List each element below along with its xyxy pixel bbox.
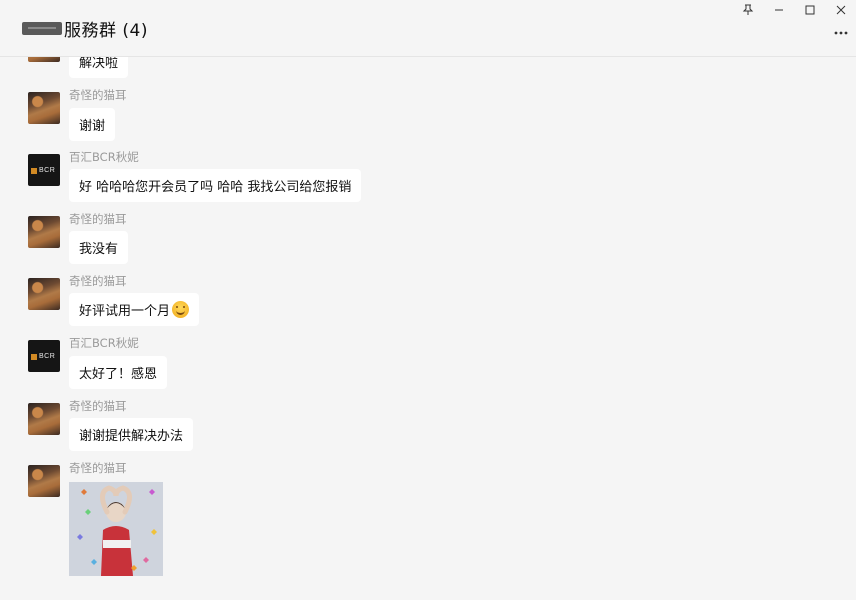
sender-name: 百汇BCR秋妮 <box>69 336 139 350</box>
maximize-icon[interactable] <box>794 0 825 20</box>
avatar[interactable]: BCR <box>28 154 60 186</box>
logo-mark-icon <box>31 353 37 360</box>
message-text: 好评试用一个月 <box>79 304 171 319</box>
more-options-icon[interactable] <box>832 26 850 40</box>
chat-message-area[interactable]: 解决啦 奇怪的猫耳 谢谢 BCR 百汇BCR秋妮 好 哈哈哈您开会员了吗 哈哈 … <box>0 57 856 598</box>
avatar[interactable] <box>28 92 60 124</box>
grinning-face-icon <box>172 301 190 318</box>
sender-name: 奇怪的猫耳 <box>69 88 127 102</box>
avatar[interactable] <box>28 57 60 62</box>
title-bar: 服務群 (4) <box>0 0 856 57</box>
heart-hands-sticker[interactable] <box>69 482 163 576</box>
avatar[interactable]: BCR <box>28 340 60 372</box>
sender-name: 百汇BCR秋妮 <box>69 150 139 164</box>
message-bubble[interactable]: 我没有 <box>69 231 129 264</box>
message-bubble[interactable]: 好评试用一个月 <box>69 293 200 326</box>
redacted-text <box>22 21 62 35</box>
avatar[interactable] <box>28 465 60 497</box>
message-bubble[interactable]: 谢谢提供解决办法 <box>69 418 194 451</box>
logo-text: BCR <box>39 353 56 360</box>
avatar[interactable] <box>28 278 60 310</box>
message-bubble[interactable]: 解决啦 <box>69 57 129 78</box>
sender-name: 奇怪的猫耳 <box>69 461 127 475</box>
logo-text: BCR <box>39 167 56 174</box>
window-controls <box>732 0 856 20</box>
minimize-icon[interactable] <box>763 0 794 20</box>
bcr-logo: BCR <box>31 167 57 174</box>
sender-name: 奇怪的猫耳 <box>69 212 127 226</box>
logo-mark-icon <box>31 167 37 174</box>
message-bubble[interactable]: 谢谢 <box>69 108 116 141</box>
bcr-logo: BCR <box>31 353 57 360</box>
avatar[interactable] <box>28 216 60 248</box>
message-bubble[interactable]: 太好了！感恩 <box>69 356 168 389</box>
close-icon[interactable] <box>825 0 856 20</box>
chat-title: 服務群 (4) <box>64 20 148 41</box>
sender-name: 奇怪的猫耳 <box>69 274 127 288</box>
pin-icon[interactable] <box>732 0 763 20</box>
sender-name: 奇怪的猫耳 <box>69 399 127 413</box>
avatar[interactable] <box>28 403 60 435</box>
message-bubble[interactable]: 好 哈哈哈您开会员了吗 哈哈 我找公司给您报销 <box>69 169 362 202</box>
chat-title-area: 服務群 (4) <box>22 16 148 41</box>
